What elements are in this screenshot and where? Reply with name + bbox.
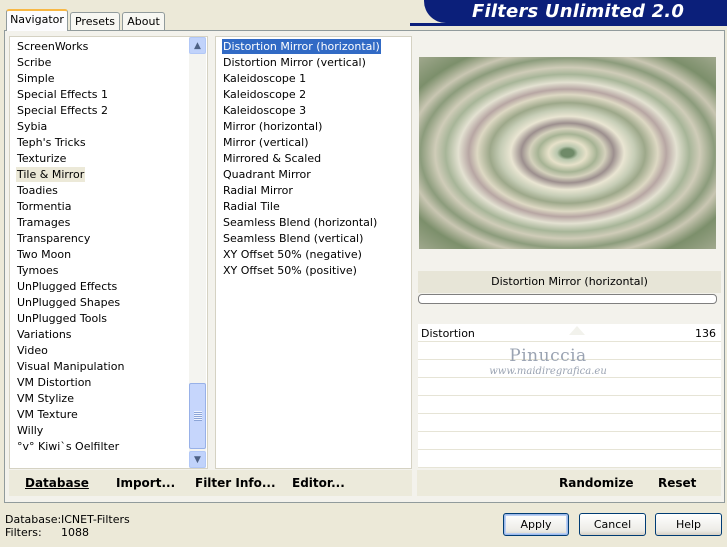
category-item[interactable]: Variations xyxy=(16,327,73,342)
app-title: Filters Unlimited 2.0 xyxy=(472,1,685,22)
category-item[interactable]: Tramages xyxy=(16,215,71,230)
filters-count-label: Filters: xyxy=(5,526,42,539)
category-item[interactable]: Sybia xyxy=(16,119,48,134)
tab-presets[interactable]: Presets xyxy=(70,12,120,31)
watermark-url: www.maidiregrafica.eu xyxy=(489,366,607,377)
category-item[interactable]: °v° Kiwi`s Oelfilter xyxy=(16,439,120,454)
preview-image xyxy=(419,57,716,249)
category-item[interactable]: Tormentia xyxy=(16,199,72,214)
filter-info-button[interactable]: Filter Info... xyxy=(195,476,276,490)
grip-icon xyxy=(194,411,202,421)
import-button[interactable]: Import... xyxy=(116,476,175,490)
database-button[interactable]: Database xyxy=(25,476,89,490)
category-item[interactable]: Visual Manipulation xyxy=(16,359,125,374)
category-item[interactable]: Scribe xyxy=(16,55,52,70)
filter-item[interactable]: Distortion Mirror (horizontal) xyxy=(221,38,382,55)
category-item[interactable]: Video xyxy=(16,343,49,358)
scroll-down-button[interactable]: ▼ xyxy=(189,451,206,468)
param-value[interactable]: 136 xyxy=(690,327,716,340)
parameter-row xyxy=(418,433,721,450)
parameter-row xyxy=(418,379,721,396)
filter-item[interactable]: Radial Tile xyxy=(222,199,281,214)
filter-item[interactable]: Quadrant Mirror xyxy=(222,167,312,182)
filter-item[interactable]: Mirror (horizontal) xyxy=(222,119,323,134)
category-item[interactable]: Texturize xyxy=(16,151,67,166)
category-item[interactable]: Tile & Mirror xyxy=(16,167,86,182)
category-item[interactable]: Special Effects 1 xyxy=(16,87,109,102)
category-item[interactable]: VM Distortion xyxy=(16,375,92,390)
tab-about-label: About xyxy=(127,15,160,28)
filter-item[interactable]: Kaleidoscope 3 xyxy=(222,103,307,118)
database-status-label: Database: xyxy=(5,513,62,526)
parameter-row xyxy=(418,415,721,432)
category-item[interactable]: UnPlugged Tools xyxy=(16,311,108,326)
tab-about[interactable]: About xyxy=(122,12,165,31)
slider-marker-icon[interactable] xyxy=(569,326,585,335)
category-item[interactable]: Willy xyxy=(16,423,44,438)
filter-item[interactable]: Mirrored & Scaled xyxy=(222,151,322,166)
help-button[interactable]: Help xyxy=(655,513,722,536)
reset-button[interactable]: Reset xyxy=(658,476,696,490)
tab-navigator[interactable]: Navigator xyxy=(6,9,68,31)
category-item[interactable]: ScreenWorks xyxy=(16,39,89,54)
chevron-down-icon: ▼ xyxy=(194,454,201,465)
filter-list[interactable]: Distortion Mirror (horizontal) Distortion… xyxy=(215,36,412,469)
randomize-button[interactable]: Randomize xyxy=(559,476,633,490)
apply-button[interactable]: Apply xyxy=(503,513,569,536)
category-item[interactable]: VM Stylize xyxy=(16,391,75,406)
filter-item[interactable]: Mirror (vertical) xyxy=(222,135,310,150)
filter-item[interactable]: XY Offset 50% (negative) xyxy=(222,247,363,262)
editor-button[interactable]: Editor... xyxy=(292,476,345,490)
watermark: Pinuccia www.maidiregrafica.eu xyxy=(478,346,618,377)
filter-item[interactable]: Kaleidoscope 2 xyxy=(222,87,307,102)
scroll-up-button[interactable]: ▲ xyxy=(189,37,206,54)
filter-name-label: Distortion Mirror (horizontal) xyxy=(418,271,721,293)
cancel-button[interactable]: Cancel xyxy=(579,513,646,536)
watermark-name: Pinuccia xyxy=(509,346,587,366)
category-item[interactable]: Simple xyxy=(16,71,56,86)
category-item[interactable]: Transparency xyxy=(16,231,91,246)
chevron-up-icon: ▲ xyxy=(194,40,201,51)
progress-bar xyxy=(418,294,717,304)
filter-item[interactable]: Radial Mirror xyxy=(222,183,294,198)
filter-item[interactable]: Seamless Blend (horizontal) xyxy=(222,215,378,230)
tab-navigator-label: Navigator xyxy=(10,13,64,26)
scrollbar-thumb[interactable] xyxy=(189,383,206,449)
filter-item[interactable]: Kaleidoscope 1 xyxy=(222,71,307,86)
filter-item[interactable]: Seamless Blend (vertical) xyxy=(222,231,364,246)
category-item[interactable]: Two Moon xyxy=(16,247,72,262)
category-item[interactable]: Teph's Tricks xyxy=(16,135,87,150)
category-scrollbar[interactable]: ▲ ▼ xyxy=(189,37,206,468)
filter-item[interactable]: XY Offset 50% (positive) xyxy=(222,263,358,278)
parameter-row xyxy=(418,451,721,468)
filters-count-value: 1088 xyxy=(61,526,89,539)
tab-presets-label: Presets xyxy=(74,15,116,28)
category-item[interactable]: Toadies xyxy=(16,183,59,198)
category-item[interactable]: VM Texture xyxy=(16,407,79,422)
category-list[interactable]: ScreenWorks Scribe Simple Special Effects 1… xyxy=(9,36,208,469)
database-status-value: ICNET-Filters xyxy=(61,513,130,526)
parameter-row xyxy=(418,397,721,414)
app-title-banner: Filters Unlimited 2.0 xyxy=(424,0,727,23)
category-item[interactable]: Special Effects 2 xyxy=(16,103,109,118)
category-item[interactable]: Tymoes xyxy=(16,263,59,278)
banner-underline xyxy=(410,23,727,26)
category-item[interactable]: UnPlugged Shapes xyxy=(16,295,121,310)
filter-item[interactable]: Distortion Mirror (vertical) xyxy=(222,55,367,70)
param-name: Distortion xyxy=(421,327,475,340)
category-item[interactable]: UnPlugged Effects xyxy=(16,279,118,294)
